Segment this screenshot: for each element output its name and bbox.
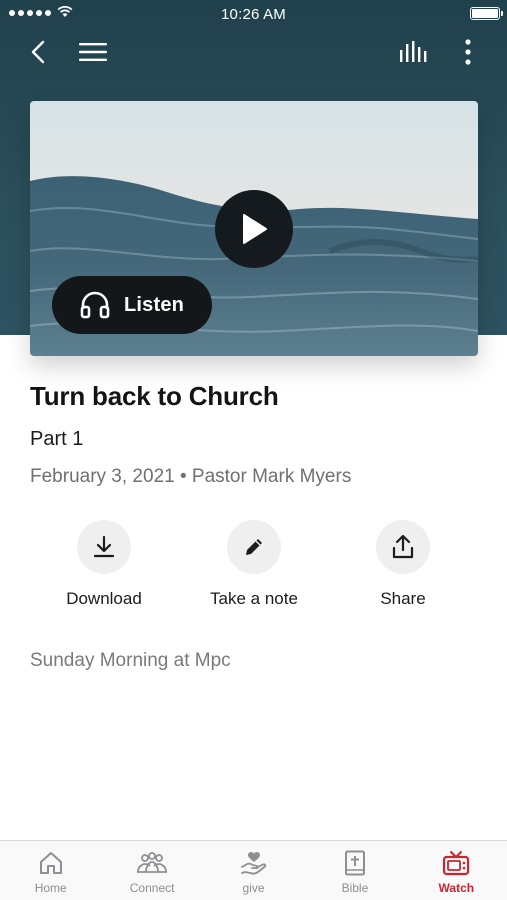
take-note-circle (227, 520, 281, 574)
battery-icon (470, 7, 503, 20)
status-bar: 10:26 AM (0, 0, 507, 28)
download-icon (93, 535, 115, 558)
take-note-label: Take a note (210, 589, 298, 608)
listen-label: Listen (124, 293, 185, 316)
sermon-media-player[interactable]: Listen (30, 101, 478, 356)
download-label: Download (66, 589, 142, 608)
tab-home-label: Home (34, 881, 67, 895)
tab-connect-label: Connect (129, 881, 175, 895)
download-circle (77, 520, 131, 574)
giving-hand-icon (240, 852, 266, 875)
listen-button[interactable]: Listen (52, 276, 212, 334)
tab-watch-label: Watch (438, 881, 475, 895)
pencil-icon (246, 539, 262, 555)
sermon-subtitle: Part 1 (30, 428, 84, 450)
share-icon (392, 534, 414, 559)
status-time: 10:26 AM (221, 6, 286, 23)
play-icon (243, 214, 267, 244)
tab-bible[interactable]: Bible (304, 841, 405, 900)
home-icon (39, 852, 62, 874)
bible-icon (344, 850, 365, 876)
share-label: Share (380, 589, 426, 608)
hamburger-icon (79, 43, 107, 61)
tab-bible-label: Bible (341, 881, 369, 895)
tab-bar: Home Connect give Bible Watch (0, 840, 507, 900)
audio-button[interactable] (396, 34, 432, 70)
share-button[interactable]: Share (323, 520, 483, 609)
people-icon (137, 852, 168, 873)
headphones-icon (80, 291, 110, 319)
more-options-button[interactable] (450, 34, 486, 70)
tab-connect[interactable]: Connect (101, 841, 202, 900)
navigation-bar (0, 30, 507, 74)
tab-give[interactable]: give (203, 841, 304, 900)
back-button[interactable] (20, 34, 56, 70)
sermon-title: Turn back to Church (30, 381, 279, 411)
series-name: Sunday Morning at Mpc (30, 650, 231, 671)
tab-watch[interactable]: Watch (406, 841, 507, 900)
play-button[interactable] (215, 190, 293, 268)
vertical-dots-icon (465, 39, 471, 65)
share-circle (376, 520, 430, 574)
menu-button[interactable] (75, 34, 111, 70)
sermon-date-speaker: February 3, 2021 • Pastor Mark Myers (30, 466, 352, 487)
audio-levels-icon (400, 41, 427, 62)
tv-icon (443, 851, 470, 876)
chevron-left-icon (31, 40, 45, 64)
tab-give-label: give (242, 881, 265, 895)
take-note-button[interactable]: Take a note (174, 520, 334, 609)
download-button[interactable]: Download (24, 520, 184, 609)
tab-home[interactable]: Home (0, 841, 101, 900)
